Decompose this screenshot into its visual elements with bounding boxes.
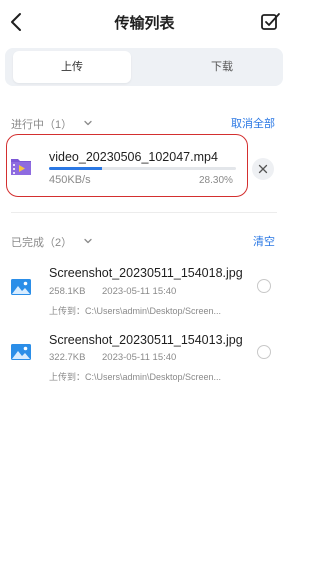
file-size: 322.7KB bbox=[49, 352, 86, 363]
file-name: Screenshot_20230511_154013.jpg bbox=[49, 333, 243, 347]
page-title: 传输列表 bbox=[114, 15, 175, 32]
upload-destination: 上传到：C:\Users\admin\Desktop/Screen... bbox=[49, 372, 222, 382]
image-file-icon bbox=[11, 279, 31, 295]
highlight-outline bbox=[6, 134, 248, 197]
top-nav-bar: 传输列表 bbox=[0, 0, 289, 44]
cancel-all-button[interactable]: 取消全部 bbox=[231, 115, 275, 131]
upload-percent: 28.30% bbox=[199, 175, 233, 186]
upload-destination: 上传到：C:\Users\admin\Desktop/Screen... bbox=[49, 306, 222, 316]
in-progress-label: 进行中（1） bbox=[11, 119, 73, 131]
select-radio[interactable] bbox=[257, 345, 271, 359]
close-icon bbox=[258, 164, 268, 174]
upload-time: 2023-05-11 15:40 bbox=[102, 352, 177, 363]
chevron-down-icon[interactable] bbox=[83, 236, 93, 246]
file-size: 258.1KB bbox=[49, 286, 86, 297]
tab-upload[interactable]: 上传 bbox=[13, 51, 131, 83]
file-name: Screenshot_20230511_154018.jpg bbox=[49, 266, 243, 280]
image-file-icon bbox=[11, 344, 31, 360]
upload-time: 2023-05-11 15:40 bbox=[102, 286, 177, 297]
upload-speed: 450KB/s bbox=[49, 174, 91, 186]
upload-progress-fill bbox=[49, 167, 102, 170]
multi-select-checkbox-icon[interactable] bbox=[259, 11, 281, 33]
tab-download[interactable]: 下载 bbox=[163, 51, 281, 83]
upload-download-tabs: 上传 下载 bbox=[5, 48, 283, 86]
select-radio[interactable] bbox=[257, 279, 271, 293]
chevron-down-icon[interactable] bbox=[83, 118, 93, 128]
clear-button[interactable]: 清空 bbox=[253, 233, 275, 249]
video-file-icon bbox=[11, 159, 31, 175]
upload-progress-bar bbox=[49, 167, 236, 170]
in-progress-section-header: 进行中（1） 取消全部 bbox=[11, 113, 277, 133]
completed-section-header: 已完成（2） 清空 bbox=[11, 231, 277, 251]
section-divider bbox=[11, 212, 277, 213]
completed-label: 已完成（2） bbox=[11, 237, 73, 249]
cancel-upload-button[interactable] bbox=[252, 158, 274, 180]
file-name: video_20230506_102047.mp4 bbox=[49, 150, 218, 164]
